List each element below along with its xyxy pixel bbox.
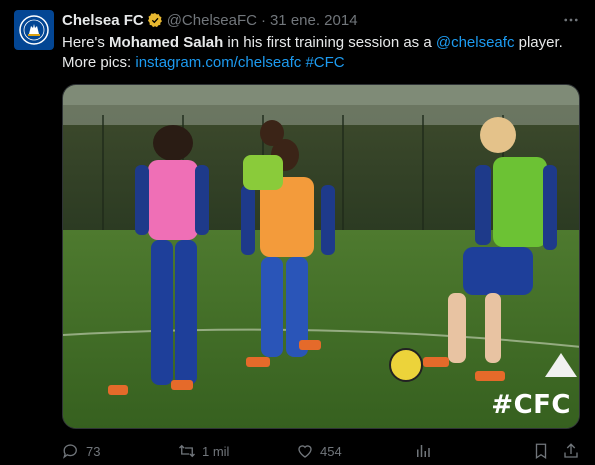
more-options-button[interactable] <box>561 10 581 30</box>
tweet-text-line2-prefix: More pics: <box>62 54 136 71</box>
repost-icon <box>179 444 195 458</box>
author-handle[interactable]: @ChelseaFC <box>167 12 257 29</box>
bookmark-button[interactable] <box>532 440 556 462</box>
header-separator: · <box>260 11 266 29</box>
training-photo <box>63 85 579 428</box>
tweet-header: Chelsea FC @ChelseaFC · 31 ene. 2014 <box>62 10 358 30</box>
author-name[interactable]: Chelsea FC <box>62 12 144 29</box>
like-button[interactable]: 454 <box>296 440 342 462</box>
hashtag-link[interactable]: #CFC <box>305 54 344 71</box>
mention-link[interactable]: @chelseafc <box>436 34 515 51</box>
football <box>389 348 423 382</box>
avatar[interactable] <box>14 10 54 50</box>
tweet-text-bold: Mohamed Salah <box>109 34 224 51</box>
repost-count: 1 mil <box>202 443 230 459</box>
repost-button[interactable]: 1 mil <box>178 440 229 462</box>
bookmark-icon <box>535 443 547 460</box>
more-options-icon <box>564 18 578 22</box>
action-bar: 73 1 mil 454 <box>62 440 582 462</box>
share-button[interactable] <box>562 440 586 462</box>
image-hashtag-overlay: #CFC <box>491 390 571 420</box>
chelsea-crest-icon <box>19 15 49 45</box>
reply-count: 73 <box>86 443 101 459</box>
like-icon <box>298 445 312 458</box>
instagram-link[interactable]: instagram.com/chelseafc <box>135 54 301 71</box>
views-icon <box>417 445 430 457</box>
tweet-text: Here's Mohamed Salah in his first traini… <box>62 33 582 73</box>
tweet-text-part3: player. <box>514 34 563 51</box>
like-count: 454 <box>320 443 342 459</box>
tweet[interactable]: Chelsea FC @ChelseaFC · 31 ene. 2014 Her… <box>0 0 595 465</box>
tweet-text-part1: Here's <box>62 34 110 51</box>
share-icon <box>564 443 578 458</box>
tweet-image[interactable]: #CFC <box>62 84 580 429</box>
views-button[interactable] <box>414 440 438 462</box>
reply-button[interactable]: 73 <box>62 440 100 462</box>
verified-badge-icon <box>147 12 163 28</box>
tweet-text-part2: in his first training session as a <box>223 34 436 51</box>
tweet-date[interactable]: 31 ene. 2014 <box>270 12 358 29</box>
reply-icon <box>63 444 77 459</box>
